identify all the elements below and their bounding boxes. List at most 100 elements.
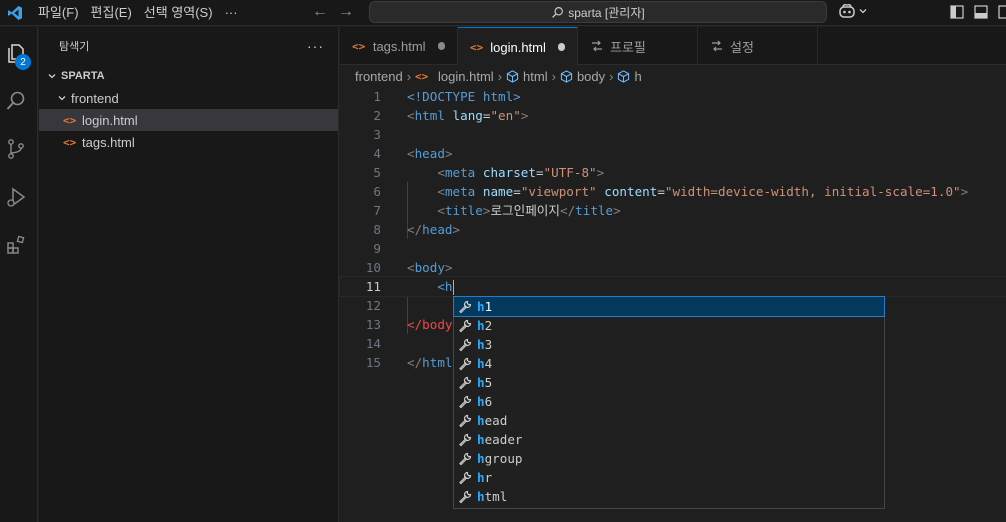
menu-file[interactable]: 파일(F) xyxy=(32,0,85,26)
suggestion-match: h xyxy=(477,413,485,428)
suggestion-item[interactable]: h5 xyxy=(454,373,884,392)
breadcrumb-label: html xyxy=(523,68,548,84)
tab-settings[interactable]: 설정 xyxy=(698,27,818,65)
source-control-icon[interactable] xyxy=(4,137,28,161)
menu-bar: 파일(F) 편집(E) 선택 영역(S) ··· xyxy=(32,0,244,26)
workspace-name: SPARTA xyxy=(61,70,105,82)
extensions-icon[interactable] xyxy=(4,233,28,257)
search-icon[interactable] xyxy=(4,89,28,113)
suggestion-item[interactable]: h2 xyxy=(454,316,884,335)
chevron-right-icon: › xyxy=(406,68,412,84)
doctype-token: <!DOCTYPE html> xyxy=(407,89,521,104)
suggestion-match: h xyxy=(477,394,485,409)
code-line: 8 </head> xyxy=(340,220,1006,239)
wrench-icon xyxy=(457,356,473,372)
tab-label: tags.html xyxy=(372,38,426,54)
search-icon xyxy=(552,6,564,18)
suggestion-item[interactable]: h eader xyxy=(454,430,884,449)
title-text: 로그인페이지 xyxy=(490,203,560,218)
suggestion-match: h xyxy=(477,451,485,466)
suggestion-item[interactable]: h4 xyxy=(454,354,884,373)
line-number: 6 xyxy=(373,184,381,199)
breadcrumb-folder[interactable]: frontend xyxy=(355,69,403,84)
line-number: 5 xyxy=(373,165,381,180)
cube-icon xyxy=(618,69,630,83)
suggestion-item[interactable]: h6 xyxy=(454,392,884,411)
more-actions-icon[interactable]: ··· xyxy=(307,38,324,54)
breadcrumb-label: frontend xyxy=(355,68,403,84)
suggestion-item[interactable]: hr xyxy=(454,468,884,487)
back-arrow-icon[interactable]: ← xyxy=(312,3,328,21)
suggestion-match: h xyxy=(477,470,485,485)
tab-label: login.html xyxy=(490,39,546,55)
suggestion-item[interactable]: h tml xyxy=(454,487,884,506)
file-tags-html[interactable]: <> tags.html xyxy=(39,131,338,153)
tab-profile[interactable]: 프로필 xyxy=(578,27,698,65)
typed-text: <h xyxy=(437,279,453,294)
cube-icon xyxy=(560,69,573,83)
line-number: 10 xyxy=(365,260,381,275)
menu-more[interactable]: ··· xyxy=(219,0,244,26)
editor-tabs: <> tags.html <> login.html 프로필 설정 xyxy=(340,27,1006,66)
code-line: 6 <meta name="viewport" content="width=d… xyxy=(340,182,1006,201)
forward-arrow-icon[interactable]: → xyxy=(338,3,354,21)
breadcrumb-label: login.html xyxy=(438,68,494,84)
line-number: 1 xyxy=(373,89,381,104)
code-line: 9 xyxy=(340,239,1006,258)
breadcrumb: frontend › <> login.html › html › body › … xyxy=(340,65,1006,87)
suggestion-rest: 1 xyxy=(484,299,493,314)
file-label: login.html xyxy=(82,112,138,128)
suggestion-item[interactable]: h group xyxy=(454,449,884,468)
activity-bar: 2 xyxy=(0,27,38,522)
code-line-current: 11 <h xyxy=(339,276,1006,297)
toggle-panel-icon[interactable] xyxy=(974,5,988,19)
chevron-down-icon xyxy=(45,71,59,81)
html-icon: <> xyxy=(352,39,366,53)
explorer-header: 탐색기 ··· xyxy=(39,27,338,65)
menu-selection[interactable]: 선택 영역(S) xyxy=(138,0,219,26)
wrench-icon xyxy=(457,413,473,429)
suggestion-rest: 2 xyxy=(484,318,493,333)
line-number: 2 xyxy=(373,108,381,123)
tab-tags-html[interactable]: <> tags.html xyxy=(340,27,458,65)
breadcrumb-symbol-body[interactable]: body xyxy=(560,69,605,84)
title-bar: 파일(F) 편집(E) 선택 영역(S) ··· ← → sparta [관리자… xyxy=(0,0,1006,26)
suggestion-item[interactable]: h1 xyxy=(453,296,885,317)
copilot-icon xyxy=(839,4,855,18)
wrench-icon xyxy=(457,318,473,334)
toggle-sidebar-icon[interactable] xyxy=(950,5,964,19)
line-number: 8 xyxy=(373,222,381,237)
copilot-button[interactable] xyxy=(838,3,868,19)
toggle-secondary-sidebar-icon[interactable] xyxy=(998,5,1006,19)
breadcrumb-file[interactable]: <> login.html xyxy=(415,69,494,84)
line-number: 14 xyxy=(365,336,381,351)
explorer-sidebar: 탐색기 ··· SPARTA frontend <> login.html <>… xyxy=(39,27,339,522)
suggestion-match: h xyxy=(477,337,485,352)
file-label: tags.html xyxy=(82,134,135,150)
suggestion-rest: 3 xyxy=(484,337,493,352)
tab-login-html[interactable]: <> login.html xyxy=(458,27,578,66)
unsaved-dot-icon xyxy=(437,42,445,50)
breadcrumb-symbol-html[interactable]: html xyxy=(506,69,548,84)
line-number: 9 xyxy=(373,241,381,256)
line-number: 7 xyxy=(373,203,381,218)
command-center-search[interactable]: sparta [관리자] xyxy=(369,1,827,23)
suggestion-match: h xyxy=(477,375,485,390)
chevron-right-icon: › xyxy=(497,68,503,84)
suggestion-item[interactable]: h ead xyxy=(454,411,884,430)
chevron-down-icon xyxy=(859,9,867,14)
chevron-down-icon xyxy=(55,93,69,103)
menu-edit[interactable]: 편집(E) xyxy=(85,0,138,26)
wrench-icon xyxy=(457,375,473,391)
explorer-badge: 2 xyxy=(15,54,31,70)
file-login-html[interactable]: <> login.html xyxy=(39,109,338,131)
suggestion-item[interactable]: h3 xyxy=(454,335,884,354)
folder-frontend[interactable]: frontend xyxy=(39,87,338,109)
settings-sync-icon xyxy=(592,40,602,52)
run-debug-icon[interactable] xyxy=(4,185,28,209)
code-line: 1 <!DOCTYPE html> xyxy=(340,87,1006,106)
workspace-section[interactable]: SPARTA xyxy=(39,65,338,87)
attr-value: "width=device-width, initial-scale=1.0" xyxy=(664,184,961,199)
chevron-right-icon: › xyxy=(551,68,556,84)
breadcrumb-symbol-h[interactable]: h xyxy=(617,69,642,84)
